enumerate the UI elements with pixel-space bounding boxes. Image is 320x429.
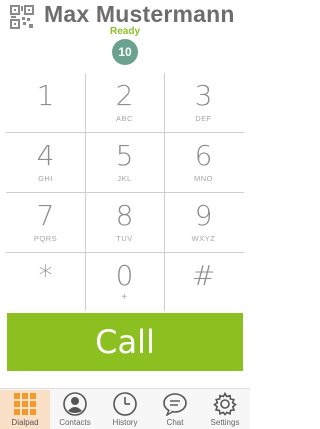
- dial-key-hash[interactable]: #: [164, 253, 243, 312]
- key-digit: 6: [194, 139, 213, 172]
- tab-contacts[interactable]: Contacts: [50, 390, 100, 429]
- dial-key-9[interactable]: 9 WXYZ: [164, 193, 243, 252]
- tab-dialpad[interactable]: Dialpad: [0, 390, 50, 429]
- tab-bar: Dialpad Contacts History Chat Settings: [0, 388, 250, 429]
- tab-chat[interactable]: Chat: [150, 390, 200, 429]
- key-letters: MNO: [194, 174, 213, 183]
- history-clock-icon: [113, 392, 137, 416]
- dial-key-3[interactable]: 3 DEF: [164, 73, 243, 132]
- dial-key-5[interactable]: 5 JKL: [85, 133, 164, 192]
- dial-key-7[interactable]: 7 PQRS: [6, 193, 85, 252]
- key-letters: ABC: [116, 114, 133, 123]
- dial-key-4[interactable]: 4 GHI: [6, 133, 85, 192]
- tab-label: Contacts: [59, 418, 91, 427]
- dial-key-1[interactable]: 1: [6, 73, 85, 132]
- dial-key-star[interactable]: *: [6, 253, 85, 312]
- key-digit: 9: [194, 199, 213, 232]
- status-text: Ready: [109, 26, 140, 37]
- key-letters: GHI: [38, 174, 53, 183]
- settings-gear-icon: [213, 391, 237, 416]
- key-digit: *: [38, 259, 53, 292]
- dialpad: 1 2 ABC 3 DEF 4 GHI 5 JKL 6 MNO 7 PQRS 8…: [6, 73, 244, 311]
- count-badge[interactable]: 10: [112, 39, 138, 65]
- tab-history[interactable]: History: [100, 390, 150, 429]
- user-name: Max Mustermann: [44, 1, 235, 27]
- key-digit: 1: [36, 79, 55, 112]
- key-letters: WXYZ: [191, 234, 216, 243]
- chat-bubble-icon: [163, 392, 187, 417]
- key-letters: DEF: [195, 114, 212, 123]
- key-letters: +: [121, 292, 128, 303]
- tab-label: Settings: [210, 418, 240, 427]
- dial-key-6[interactable]: 6 MNO: [164, 133, 243, 192]
- key-digit: 4: [36, 139, 55, 172]
- key-digit: #: [191, 259, 216, 292]
- tab-label: Dialpad: [11, 418, 39, 427]
- key-digit: 3: [194, 79, 213, 112]
- call-button[interactable]: Call: [7, 313, 243, 371]
- key-digit: 8: [115, 199, 134, 232]
- dial-key-8[interactable]: 8 TUV: [85, 193, 164, 252]
- key-digit: 0: [115, 259, 134, 292]
- key-letters: JKL: [117, 174, 132, 183]
- dial-key-2[interactable]: 2 ABC: [85, 73, 164, 132]
- tab-label: Chat: [166, 418, 184, 427]
- header: Max Mustermann Ready 10: [0, 0, 250, 68]
- dial-key-0[interactable]: 0 +: [85, 253, 164, 312]
- contacts-person-icon: [63, 392, 87, 416]
- key-digit: 5: [115, 139, 134, 172]
- key-digit: 2: [115, 79, 134, 112]
- key-letters: TUV: [116, 234, 133, 243]
- key-letters: PQRS: [33, 234, 58, 243]
- tab-settings[interactable]: Settings: [200, 390, 250, 429]
- tab-label: History: [112, 418, 138, 427]
- key-digit: 7: [36, 199, 55, 232]
- dialpad-grid-icon: [13, 392, 37, 416]
